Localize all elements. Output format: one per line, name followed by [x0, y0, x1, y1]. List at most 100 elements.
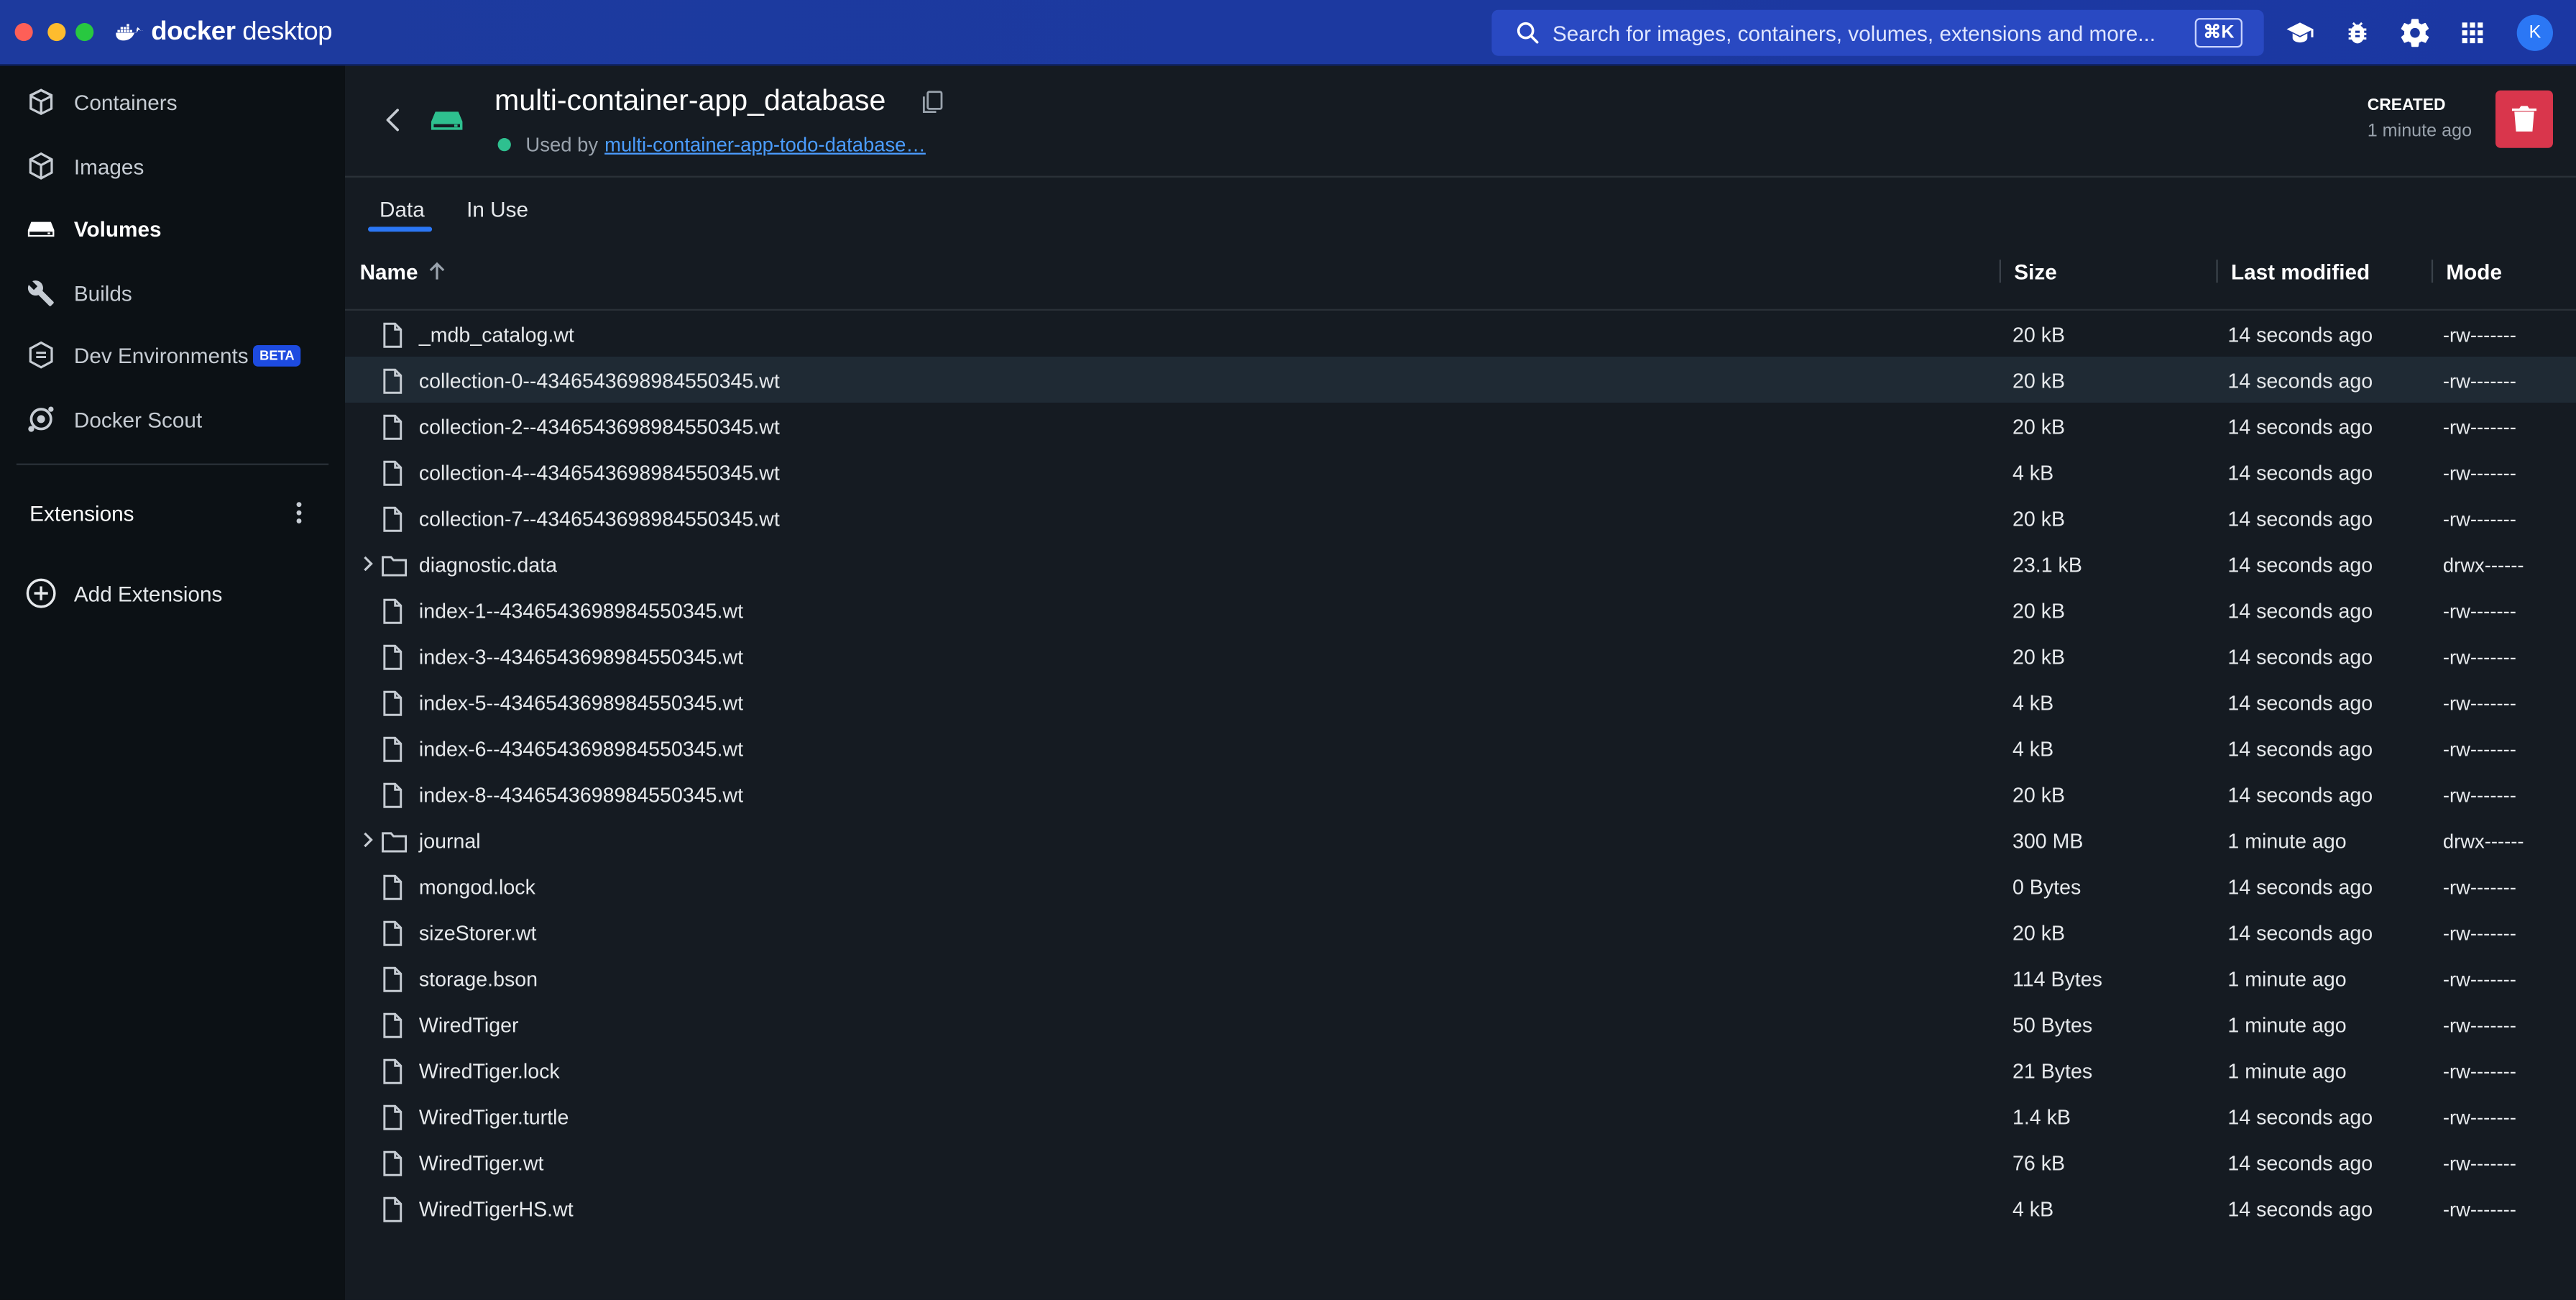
beta-badge: BETA [252, 344, 301, 367]
copy-icon[interactable] [920, 88, 944, 115]
back-icon[interactable] [381, 107, 404, 134]
file-icon [383, 368, 402, 394]
table-row[interactable]: WiredTiger 50 Bytes 1 minute ago -rw------- [345, 1001, 2576, 1047]
column-divider[interactable] [2216, 260, 2218, 283]
file-icon [383, 690, 402, 716]
file-icon [383, 1058, 402, 1084]
folder-icon [382, 832, 408, 853]
graduation-cap-icon[interactable] [2285, 18, 2314, 47]
table-row[interactable]: WiredTiger.lock 21 Bytes 1 minute ago -rw--… [345, 1047, 2576, 1093]
chevron-right-icon[interactable] [360, 830, 377, 849]
table-row[interactable]: journal 300 MB 1 minute ago drwx------ [345, 817, 2576, 863]
file-icon [383, 1150, 402, 1176]
user-avatar[interactable]: K [2516, 14, 2553, 51]
file-name: index-5--4346543698984550345.wt [418, 692, 744, 715]
created-value: 1 minute ago [2367, 122, 2472, 142]
file-last-modified: 14 seconds ago [2227, 1106, 2373, 1130]
file-size: 1.4 kB [2012, 1106, 2071, 1130]
bug-icon[interactable] [2342, 18, 2372, 47]
page-title: multi-container-app_database [494, 83, 886, 117]
file-size: 23.1 kB [2012, 554, 2082, 577]
sidebar-item-dev-environments[interactable]: Dev Environments BETA [0, 330, 345, 380]
sort-ascending-icon[interactable] [427, 261, 446, 280]
table-row[interactable]: index-1--4346543698984550345.wt 20 kB 14 s… [345, 587, 2576, 633]
file-mode: -rw------- [2442, 646, 2516, 669]
used-by-container-link[interactable]: multi-container-app-todo-database… [604, 133, 926, 156]
sidebar-item-docker-scout[interactable]: Docker Scout [0, 395, 345, 444]
column-name[interactable]: Name [360, 260, 418, 284]
add-extensions-label: Add Extensions [73, 582, 223, 607]
file-name: mongod.lock [418, 876, 535, 900]
table-row[interactable]: index-6--4346543698984550345.wt 4 kB 14 se… [345, 725, 2576, 771]
file-mode: -rw------- [2442, 416, 2516, 439]
more-options-icon[interactable] [289, 498, 308, 528]
file-name: WiredTiger.wt [418, 1152, 544, 1176]
file-size: 300 MB [2012, 830, 2084, 853]
table-row[interactable]: collection-0--4346543698984550345.wt 20 k… [344, 356, 2576, 403]
column-mode[interactable]: Mode [2446, 260, 2502, 284]
file-size: 0 Bytes [2012, 876, 2082, 900]
file-size: 50 Bytes [2012, 1014, 2093, 1038]
file-last-modified: 14 seconds ago [2227, 324, 2373, 347]
file-mode: -rw------- [2442, 1014, 2516, 1038]
file-last-modified: 14 seconds ago [2227, 784, 2373, 807]
column-divider[interactable] [2431, 260, 2434, 283]
folder-icon [382, 556, 408, 577]
file-list: _mdb_catalog.wt 20 kB 14 seconds ago -rw---… [344, 311, 2576, 1231]
file-icon [383, 736, 402, 762]
file-name: collection-4--4346543698984550345.wt [418, 462, 780, 485]
tab-bar: Data In Use [345, 178, 2576, 237]
file-mode: -rw------- [2442, 922, 2516, 946]
close-window-button[interactable] [14, 22, 33, 42]
global-search[interactable]: Search for images, containers, volumes, … [1491, 9, 2264, 56]
column-last-modified[interactable]: Last modified [2231, 260, 2370, 284]
tab-data[interactable]: Data [380, 197, 425, 221]
tab-in-use[interactable]: In Use [466, 197, 528, 221]
table-row[interactable]: index-8--4346543698984550345.wt 20 kB 14 s… [345, 771, 2576, 817]
table-row[interactable]: collection-7--4346543698984550345.wt 20 k… [345, 495, 2576, 541]
sidebar-item-builds[interactable]: Builds [0, 268, 345, 318]
table-row[interactable]: index-3--4346543698984550345.wt 20 kB 14 s… [345, 633, 2576, 679]
zoom-window-button[interactable] [75, 22, 94, 42]
file-icon [383, 506, 402, 532]
column-size[interactable]: Size [2014, 260, 2056, 284]
file-icon [383, 920, 402, 946]
table-row[interactable]: _mdb_catalog.wt 20 kB 14 seconds ago -rw---… [345, 311, 2576, 357]
file-size: 4 kB [2012, 738, 2054, 761]
table-row[interactable]: WiredTiger.wt 76 kB 14 seconds ago -rw-----… [345, 1139, 2576, 1185]
gear-icon[interactable] [2400, 18, 2429, 47]
file-last-modified: 14 seconds ago [2227, 416, 2373, 439]
table-row[interactable]: collection-2--4346543698984550345.wt 20 k… [345, 403, 2576, 449]
volume-icon [431, 111, 463, 130]
sidebar-item-containers[interactable]: Containers [0, 77, 345, 127]
chevron-right-icon[interactable] [360, 554, 377, 573]
file-name: index-6--4346543698984550345.wt [418, 738, 744, 761]
file-name: collection-7--4346543698984550345.wt [418, 508, 780, 531]
file-size: 114 Bytes [2012, 968, 2102, 992]
sidebar: Containers Images Volumes Builds Dev Env… [0, 65, 345, 1300]
add-extensions-button[interactable]: Add Extensions [0, 569, 345, 618]
delete-volume-button[interactable] [2495, 90, 2553, 148]
sidebar-item-volumes[interactable]: Volumes [0, 203, 345, 253]
table-row[interactable]: mongod.lock 0 Bytes 14 seconds ago -rw-----… [345, 863, 2576, 909]
file-mode: drwx------ [2442, 830, 2524, 853]
table-row[interactable]: storage.bson 114 Bytes 1 minute ago -rw----… [345, 955, 2576, 1001]
apps-grid-icon[interactable] [2457, 18, 2487, 47]
table-row[interactable]: collection-4--4346543698984550345.wt 4 kB… [345, 449, 2576, 495]
column-divider[interactable] [1999, 260, 2001, 283]
file-icon [383, 414, 402, 440]
brand-suffix: desktop [235, 18, 333, 46]
sidebar-item-label: Builds [73, 280, 132, 305]
sidebar-item-images[interactable]: Images [0, 142, 345, 191]
docker-whale-icon [116, 24, 144, 41]
table-row[interactable]: diagnostic.data 23.1 kB 14 seconds ago drwx… [345, 541, 2576, 587]
file-name: index-8--4346543698984550345.wt [418, 784, 744, 807]
minimize-window-button[interactable] [47, 22, 66, 42]
table-row[interactable]: WiredTigerHS.wt 4 kB 14 seconds ago -rw----… [345, 1185, 2576, 1231]
created-label: CREATED [2367, 96, 2446, 115]
search-shortcut: ⌘K [2194, 18, 2242, 48]
table-row[interactable]: WiredTiger.turtle 1.4 kB 14 seconds ago -rw… [345, 1093, 2576, 1139]
table-row[interactable]: index-5--4346543698984550345.wt 4 kB 14 se… [345, 679, 2576, 725]
table-row[interactable]: sizeStorer.wt 20 kB 14 seconds ago -rw-----… [345, 909, 2576, 955]
file-size: 20 kB [2012, 646, 2066, 669]
